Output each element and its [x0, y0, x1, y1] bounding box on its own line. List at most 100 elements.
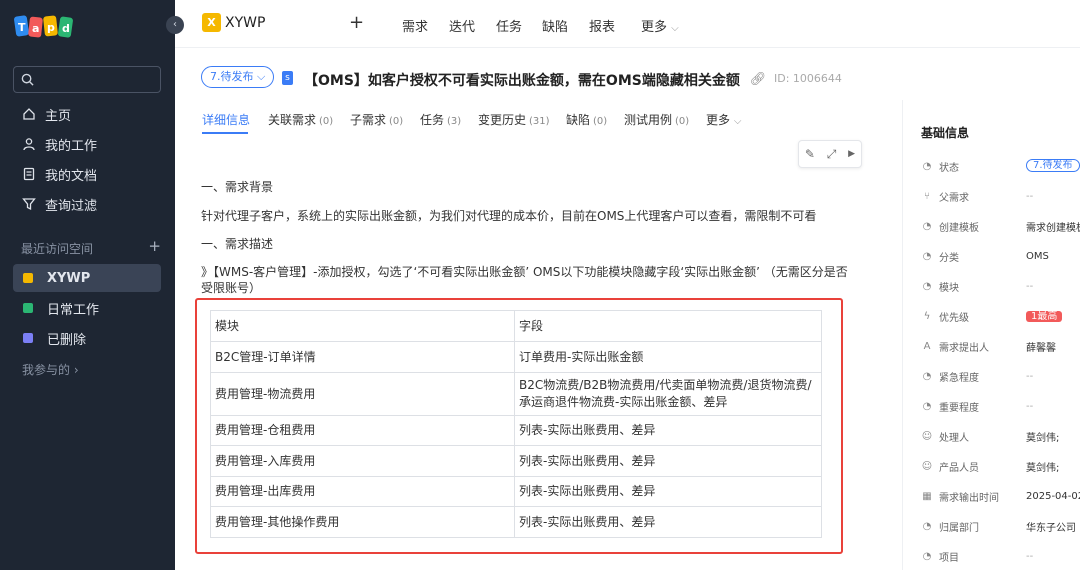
field-value: --	[1026, 550, 1034, 562]
field-product-person[interactable]: ☺ 产品人员 莫剑伟;	[921, 456, 1080, 476]
tab-label: 子需求	[350, 113, 387, 127]
field-owner[interactable]: ☺ 处理人 莫剑伟;	[921, 426, 1080, 446]
tab-tasks[interactable]: 任务 (3)	[420, 111, 461, 128]
user-icon: ☺	[921, 460, 933, 472]
field-label: 处理人	[939, 432, 969, 444]
story-id: ID: 1006644	[774, 72, 842, 85]
expand-icon[interactable]: ⤢	[827, 147, 837, 162]
chevron-down-icon: ⌵	[733, 116, 742, 127]
tab-test-cases[interactable]: 测试用例 (0)	[624, 111, 689, 128]
tapd-logo[interactable]: T a p d	[14, 12, 74, 40]
sidebar-item-deleted[interactable]: 已删除	[13, 324, 161, 352]
status-pill[interactable]: 7.待发布	[1026, 159, 1080, 172]
sidebar-search-input[interactable]	[13, 66, 161, 93]
star-icon[interactable]: ☆	[726, 72, 738, 87]
field-label: 重要程度	[939, 402, 979, 414]
table-header-cell: 模块	[210, 310, 515, 342]
field-value: 薛馨馨	[1026, 342, 1056, 354]
add-space-icon[interactable]: +	[148, 237, 161, 257]
tab-label: 测试用例	[624, 113, 673, 127]
field-value: 莫剑伟;	[1026, 462, 1060, 474]
sidebar-item-my-docs[interactable]: 我的文档	[13, 160, 161, 188]
table-row: 费用管理-物流费用 B2C物流费/B2B物流费用/代卖面单物流费/退货物流费/承…	[210, 372, 822, 416]
tab-label: 变更历史	[478, 113, 527, 127]
edit-pencil-icon[interactable]: ✎	[805, 147, 815, 161]
tab-sub-stories[interactable]: 子需求 (0)	[350, 111, 403, 128]
nav-tasks[interactable]: 任务	[496, 16, 522, 35]
tab-count: (0)	[319, 116, 334, 127]
field-project[interactable]: ◔ 项目 --	[921, 546, 1080, 566]
table-cell: 费用管理-物流费用	[210, 372, 515, 416]
project-name[interactable]: XYWP	[225, 15, 265, 31]
sidebar-item-home[interactable]: 主页	[13, 100, 161, 128]
sidebar-item-label: 主页	[45, 108, 72, 124]
svg-text:T: T	[18, 21, 26, 34]
table-cell: B2C管理-订单详情	[210, 341, 515, 373]
table-cell: 费用管理-仓租费用	[210, 415, 515, 446]
status-dropdown[interactable]: 7.待发布 ⌵	[201, 66, 275, 88]
nav-stories[interactable]: 需求	[402, 16, 428, 35]
priority-badge: 1最高	[1026, 310, 1063, 322]
tab-change-history[interactable]: 变更历史 (31)	[478, 111, 550, 128]
nav-iterations[interactable]: 迭代	[449, 16, 475, 35]
field-parent[interactable]: ⑂ 父需求 --	[921, 186, 1080, 206]
field-priority[interactable]: ϟ 优先级 1最高	[921, 306, 1080, 326]
table-header-row: 模块 字段	[210, 310, 822, 342]
table-row: B2C管理-订单详情 订单费用-实际出账金额	[210, 341, 822, 373]
field-requester[interactable]: A 需求提出人 薛馨馨	[921, 336, 1080, 356]
importance-icon: ◔	[922, 400, 932, 412]
nav-more-label: 更多	[641, 20, 668, 35]
sidebar-item-daily-work[interactable]: 日常工作	[13, 294, 161, 322]
sidebar-item-label: 我的文档	[45, 168, 98, 184]
field-module[interactable]: ◔ 模块 --	[921, 276, 1080, 296]
field-label: 优先级	[939, 312, 969, 324]
chevron-down-icon: ⌵	[257, 70, 266, 83]
active-tab-indicator	[202, 132, 248, 134]
link-icon[interactable]: 🔗︎	[750, 72, 767, 87]
sidebar-item-my-work[interactable]: 我的工作	[13, 130, 161, 158]
field-value: --	[1026, 400, 1034, 412]
nav-reports[interactable]: 报表	[589, 16, 615, 35]
basic-info-panel: 基础信息 ◔ 状态 7.待发布 ⑂ 父需求 -- ◔ 创建模板 需求创建模板 ◔…	[902, 100, 1080, 570]
space-color-square	[23, 273, 33, 283]
create-plus-icon[interactable]: +	[349, 12, 364, 33]
tab-related-stories[interactable]: 关联需求 (0)	[268, 111, 333, 128]
category-icon: ◔	[922, 250, 932, 262]
sidebar-item-xywp[interactable]: XYWP	[13, 264, 161, 292]
field-category[interactable]: ◔ 分类 OMS	[921, 246, 1080, 266]
field-value: --	[1026, 190, 1034, 202]
tab-count: (31)	[529, 116, 550, 127]
table-cell: 费用管理-入库费用	[210, 445, 515, 477]
recent-spaces-title: 最近访问空间	[21, 242, 94, 256]
tab-label: 缺陷	[566, 113, 591, 127]
nav-bugs[interactable]: 缺陷	[542, 16, 568, 35]
filter-icon	[21, 196, 37, 212]
field-output-time[interactable]: ▦ 需求输出时间 2025-04-02	[921, 486, 1080, 506]
table-row: 费用管理-入库费用 列表-实际出账费用、差异	[210, 445, 822, 477]
collapse-sidebar-button[interactable]: ‹	[166, 16, 184, 34]
chevron-left-icon: ‹	[173, 19, 177, 30]
project-badge: X	[202, 13, 221, 32]
tab-count: (0)	[593, 116, 608, 127]
field-template[interactable]: ◔ 创建模板 需求创建模板	[921, 216, 1080, 236]
tab-more[interactable]: 更多 ⌵	[706, 111, 741, 128]
field-urgency[interactable]: ◔ 紧急程度 --	[921, 366, 1080, 386]
tab-count: (0)	[675, 116, 690, 127]
nav-more[interactable]: 更多 ⌵	[641, 16, 679, 35]
table-cell: 列表-实际出账费用、差异	[514, 445, 822, 477]
user-icon: ☺	[921, 430, 933, 442]
my-participated-link[interactable]: 我参与的 ›	[22, 361, 79, 378]
field-status[interactable]: ◔ 状态 7.待发布	[921, 156, 1080, 176]
tab-bugs[interactable]: 缺陷 (0)	[566, 111, 607, 128]
requester-icon: A	[923, 340, 931, 352]
table-cell: 列表-实际出账费用、差异	[514, 476, 822, 507]
tab-details[interactable]: 详细信息	[202, 111, 250, 128]
caret-right-icon[interactable]: ▶	[848, 149, 855, 159]
table-row: 费用管理-其他操作费用 列表-实际出账费用、差异	[210, 506, 822, 538]
field-department[interactable]: ◔ 归属部门 华东子公司	[921, 516, 1080, 536]
field-importance[interactable]: ◔ 重要程度 --	[921, 396, 1080, 416]
field-value: 2025-04-02	[1026, 490, 1080, 502]
space-color-square	[23, 303, 33, 313]
sidebar-item-query-filter[interactable]: 查询过滤	[13, 190, 161, 218]
table-row: 费用管理-出库费用 列表-实际出账费用、差异	[210, 476, 822, 507]
